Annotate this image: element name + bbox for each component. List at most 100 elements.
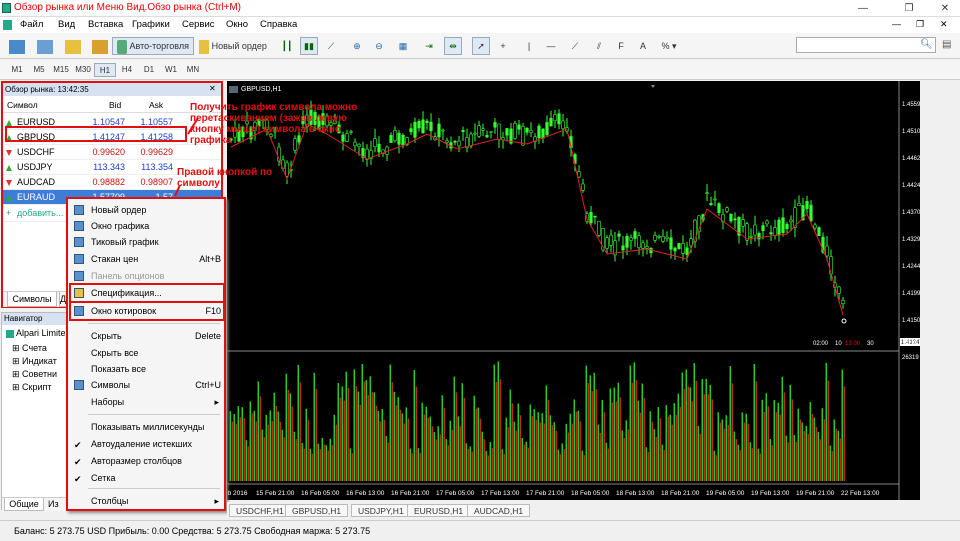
context-item-15[interactable]: ✔ Сетка — [71, 470, 223, 486]
context-item-label: Стакан цен — [91, 254, 139, 264]
tf-mn[interactable]: MN — [182, 63, 204, 77]
menu-insert[interactable]: Вставка — [88, 19, 123, 30]
col-ask[interactable]: Ask — [149, 97, 163, 113]
tf-m15[interactable]: M15 — [50, 63, 72, 77]
symbol-row[interactable]: GBPUSD 1.41247 1.41258 — [3, 130, 221, 145]
vertical-line-icon[interactable]: | — [520, 37, 538, 55]
context-item-8[interactable]: Скрыть все — [71, 345, 223, 361]
context-item-4[interactable]: Панель опционов — [71, 268, 223, 284]
context-item-0[interactable]: Новый ордер — [71, 202, 223, 218]
candles-icon[interactable]: ▮▮ — [300, 37, 318, 55]
cursor-icon[interactable]: ➚ — [472, 37, 490, 55]
tf-m30[interactable]: M30 — [72, 63, 94, 77]
tab-favorites[interactable]: Из — [48, 499, 59, 509]
child-close-icon[interactable]: ✕ — [940, 19, 948, 30]
tf-h4[interactable]: H4 — [116, 63, 138, 77]
text-icon[interactable]: A — [634, 37, 652, 55]
tab-audcad[interactable]: AUDCAD,H1 — [467, 504, 531, 517]
symbol-row[interactable]: USDCHF 0.99620 0.99629 — [3, 145, 221, 160]
menu-separator — [88, 488, 220, 489]
context-item-11[interactable]: Наборы ▸ — [71, 394, 223, 410]
child-restore-icon[interactable]: ❐ — [916, 19, 924, 30]
tab-common[interactable]: Общие — [4, 498, 44, 511]
context-item-label: Сетка — [91, 473, 116, 483]
candle-body — [765, 220, 769, 225]
menu-window[interactable]: Окно — [226, 19, 248, 30]
app-icon — [2, 3, 11, 13]
bar-chart-icon[interactable]: ┃┃ — [278, 37, 296, 55]
volume-bar — [681, 372, 683, 481]
volume-bar — [527, 447, 529, 481]
context-item-16[interactable]: Столбцы ▸ — [71, 493, 223, 509]
market-watch-icon[interactable] — [62, 37, 84, 55]
tile-windows-icon[interactable]: ▦ — [394, 37, 412, 55]
profiles-icon[interactable] — [34, 37, 56, 55]
tf-d1[interactable]: D1 — [138, 63, 160, 77]
options-icon[interactable]: ▤ — [942, 39, 951, 50]
tf-w1[interactable]: W1 — [160, 63, 182, 77]
tick-chart-icon — [74, 237, 84, 247]
nav-item-experts[interactable]: ⊞ Советни — [12, 369, 57, 380]
horizontal-line-icon[interactable]: — — [542, 37, 560, 55]
autoscroll-icon[interactable]: ⇥ — [420, 37, 438, 55]
zoom-in-icon[interactable]: ⊕ — [348, 37, 366, 55]
crosshair-icon[interactable]: + — [494, 37, 512, 55]
context-item-12[interactable]: Показывать миллисекунды — [71, 419, 223, 435]
new-order-button[interactable]: Новый ордер — [196, 37, 270, 55]
market-watch-header: Символ Bid Ask — [3, 97, 221, 113]
tab-symbols[interactable]: Символы — [7, 292, 57, 307]
tab-gbpusd[interactable]: GBPUSD,H1 — [285, 504, 349, 517]
context-item-2[interactable]: Тиковый график — [71, 234, 223, 250]
volume-bar — [617, 382, 619, 481]
zoom-out-icon[interactable]: ⊖ — [370, 37, 388, 55]
channel-icon[interactable]: ⫽ — [590, 37, 608, 55]
volume-bar — [689, 387, 691, 481]
context-item-13[interactable]: ✔ Автоудаление истекших — [71, 436, 223, 452]
symbol-row[interactable]: EURUSD 1.10547 1.10557 — [3, 115, 221, 130]
menu-tools[interactable]: Сервис — [182, 19, 215, 30]
minimize-icon[interactable]: — — [850, 1, 876, 16]
menu-charts[interactable]: Графики — [132, 19, 170, 30]
time-marker: 02:00 — [813, 341, 829, 347]
fibonacci-icon[interactable]: F — [612, 37, 630, 55]
autotrade-button[interactable]: Авто-торговля — [112, 37, 194, 55]
col-bid[interactable]: Bid — [109, 97, 121, 113]
volume-bar — [521, 438, 523, 481]
child-minimize-icon[interactable]: — — [892, 19, 901, 29]
menu-view[interactable]: Вид — [58, 19, 75, 30]
tf-m5[interactable]: M5 — [28, 63, 50, 77]
context-item-1[interactable]: Окно графика — [71, 218, 223, 234]
nav-item-scripts[interactable]: ⊞ Скрипт — [12, 382, 52, 393]
restore-icon[interactable]: ❐ — [896, 1, 922, 16]
new-chart-icon[interactable] — [6, 37, 28, 55]
nav-item-accounts[interactable]: ⊞ Счета — [12, 343, 47, 354]
tab-usdchf[interactable]: USDCHF,H1 — [229, 504, 291, 517]
chart-shift-icon[interactable]: ⇹ — [444, 37, 462, 55]
nav-item-account[interactable]: Alpari Limite — [6, 328, 66, 338]
volume-bar — [711, 399, 713, 481]
trend-line-icon[interactable]: ⟋ — [566, 37, 584, 55]
col-symbol[interactable]: Символ — [7, 97, 38, 113]
panel-close-icon[interactable]: ✕ — [209, 84, 216, 93]
nav-item-indicators[interactable]: ⊞ Индикат — [12, 356, 57, 367]
menu-help[interactable]: Справка — [260, 19, 297, 30]
tf-h1[interactable]: H1 — [94, 63, 116, 77]
tab-usdjpy[interactable]: USDJPY,H1 — [351, 504, 411, 517]
context-item-6[interactable]: Окно котировок F10 — [69, 301, 225, 321]
shapes-icon[interactable]: % ▾ — [656, 37, 682, 55]
volume-bar — [453, 376, 455, 481]
search-icon[interactable]: 🔍︎ — [920, 39, 933, 50]
context-item-9[interactable]: Показать все — [71, 361, 223, 377]
context-item-10[interactable]: Символы Ctrl+U — [71, 377, 223, 393]
tf-m1[interactable]: M1 — [6, 63, 28, 77]
navigator-icon[interactable] — [90, 37, 110, 55]
context-item-14[interactable]: ✔ Авторазмер столбцов — [71, 453, 223, 469]
context-item-3[interactable]: Стакан цен Alt+B — [71, 251, 223, 267]
close-icon[interactable]: ✕ — [932, 1, 958, 16]
menu-file[interactable]: Файл — [20, 19, 43, 30]
line-chart-icon[interactable]: ⟋ — [322, 37, 340, 55]
context-item-5[interactable]: Спецификация... — [69, 283, 225, 303]
tab-eurusd[interactable]: EURUSD,H1 — [407, 504, 471, 517]
search-input[interactable] — [796, 37, 936, 53]
context-item-7[interactable]: Скрыть Delete — [71, 328, 223, 344]
